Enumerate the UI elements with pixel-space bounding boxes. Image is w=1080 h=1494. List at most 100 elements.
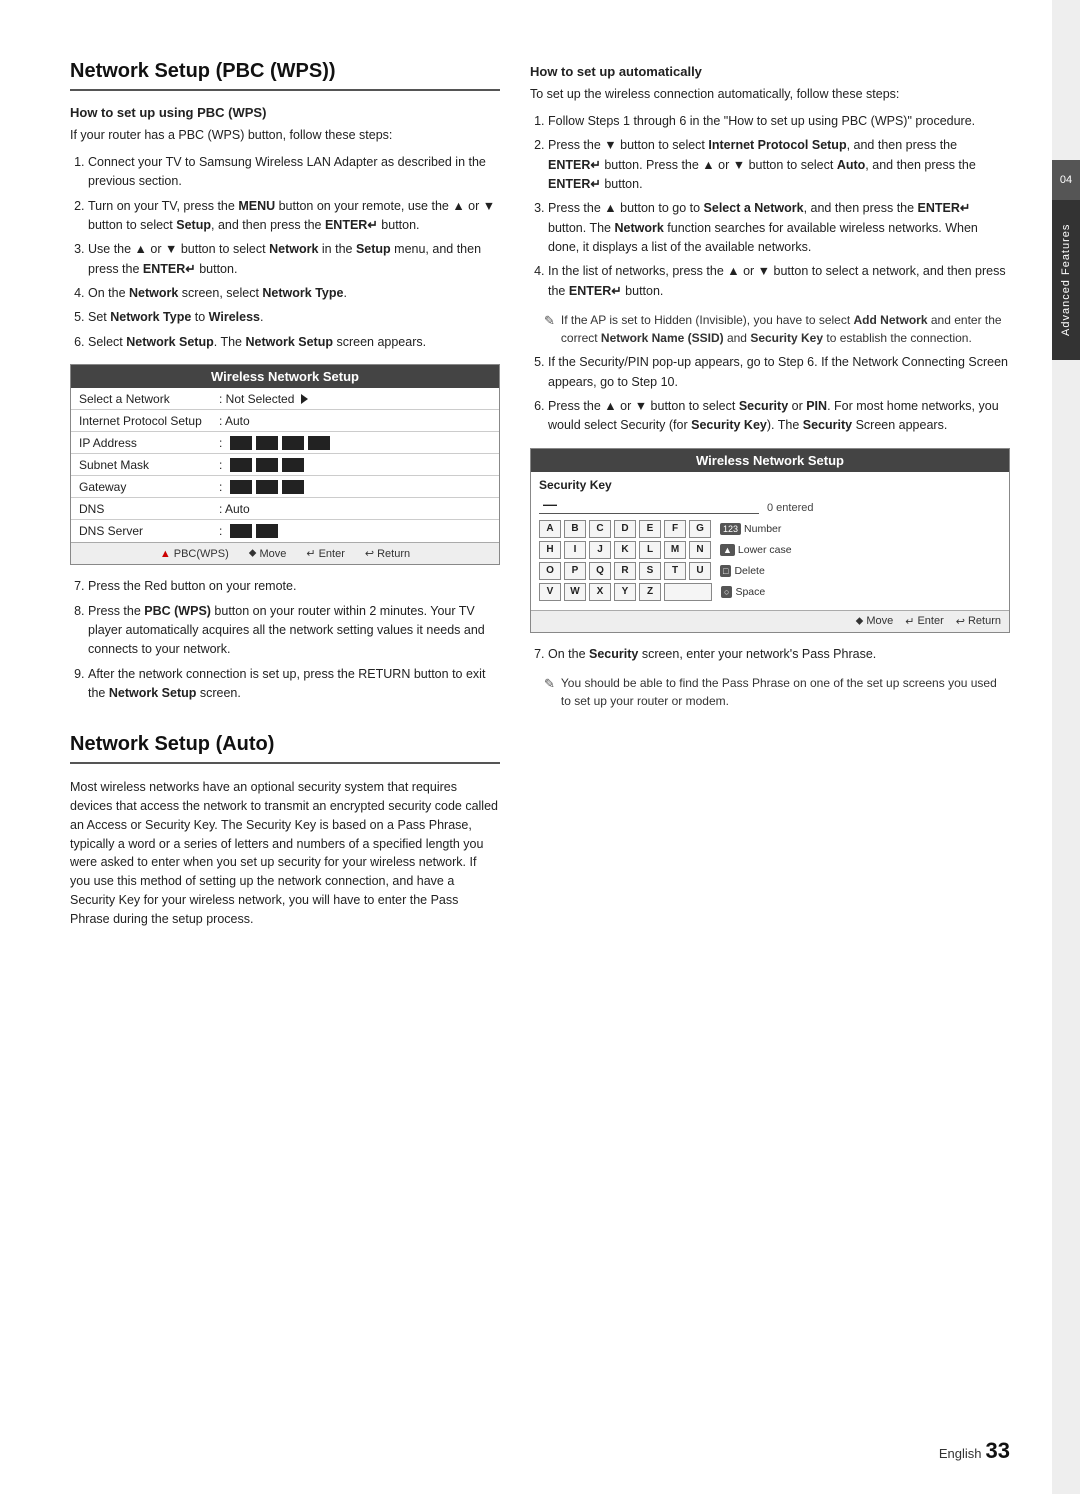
lower-label: ▲ Lower case: [720, 544, 792, 556]
auto-steps-final: On the Security screen, enter your netwo…: [530, 645, 1010, 664]
keyboard-row-1: A B C D E F G 123 Number: [539, 520, 1001, 538]
subnet-label: Subnet Mask: [79, 458, 219, 472]
right-column: How to set up automatically To set up th…: [530, 60, 1010, 1434]
note-text: If the AP is set to Hidden (Invisible), …: [561, 311, 1010, 347]
key-B[interactable]: B: [564, 520, 586, 538]
key-space[interactable]: [664, 583, 712, 601]
pbc-step-5: Set Network Type to Wireless.: [88, 308, 500, 327]
table-row-ip-address: IP Address :: [71, 432, 499, 454]
page-number: 33: [986, 1438, 1010, 1464]
space-icon: ○: [721, 586, 732, 598]
security-table-footer: ⬥ Move ↵ Enter ↩ Return: [531, 610, 1009, 632]
subnet-value: :: [219, 458, 304, 472]
footer-move: ⬥ Move: [249, 547, 287, 560]
auto-intro: Most wireless networks have an optional …: [70, 778, 500, 928]
key-Y[interactable]: Y: [614, 583, 636, 601]
delete-text: Delete: [734, 565, 764, 577]
key-P[interactable]: P: [564, 562, 586, 580]
security-move-label: Move: [866, 615, 893, 627]
pbc-step-1: Connect your TV to Samsung Wireless LAN …: [88, 153, 500, 192]
wireless-table-header: Wireless Network Setup: [71, 365, 499, 388]
auto-note: ✎ If the AP is set to Hidden (Invisible)…: [544, 311, 1010, 347]
auto-note2: ✎ You should be able to find the Pass Ph…: [544, 674, 1010, 710]
return-icon: ↩: [365, 547, 374, 560]
subnet-block-2: [256, 458, 278, 472]
table-row-subnet: Subnet Mask :: [71, 454, 499, 476]
security-table-header: Wireless Network Setup: [531, 449, 1009, 472]
key-L[interactable]: L: [639, 541, 661, 559]
main-content: Network Setup (PBC (WPS)) How to set up …: [70, 60, 1010, 1434]
key-T[interactable]: T: [664, 562, 686, 580]
lower-icon: ▲: [720, 544, 735, 556]
key-D[interactable]: D: [614, 520, 636, 538]
key-A[interactable]: A: [539, 520, 561, 538]
security-enter-label: Enter: [917, 615, 943, 627]
left-column: Network Setup (PBC (WPS)) How to set up …: [70, 60, 500, 1434]
gateway-value: :: [219, 480, 304, 494]
footer-pbc: ▲ PBC(WPS): [160, 547, 229, 560]
key-U[interactable]: U: [689, 562, 711, 580]
footer-enter-label: Enter: [319, 548, 345, 560]
key-N[interactable]: N: [689, 541, 711, 559]
auto-step-6: Press the ▲ or ▼ button to select Securi…: [548, 397, 1010, 436]
side-tabs: 04 Advanced Features: [1052, 0, 1080, 1494]
move-icon: ⬥: [249, 547, 257, 560]
security-return-icon: ↩: [956, 615, 965, 628]
key-R[interactable]: R: [614, 562, 636, 580]
side-tab-number: 04: [1052, 160, 1080, 200]
side-tab-text: Advanced Features: [1052, 200, 1080, 360]
key-X[interactable]: X: [589, 583, 611, 601]
ip-setup-value: : Auto: [219, 414, 250, 428]
security-return-label: Return: [968, 615, 1001, 627]
pbc-step-6: Select Network Setup. The Network Setup …: [88, 333, 500, 352]
note2-text: You should be able to find the Pass Phra…: [561, 674, 1010, 710]
security-key-input[interactable]: —: [539, 496, 759, 514]
key-Q[interactable]: Q: [589, 562, 611, 580]
key-G[interactable]: G: [689, 520, 711, 538]
arrow-icon: [301, 394, 308, 404]
pbc-step-7: Press the Red button on your remote.: [88, 577, 500, 596]
key-I[interactable]: I: [564, 541, 586, 559]
table-row-gateway: Gateway :: [71, 476, 499, 498]
security-network-table: Wireless Network Setup Security Key — 0 …: [530, 448, 1010, 633]
footer-pbc-label: PBC(WPS): [174, 548, 229, 560]
key-O[interactable]: O: [539, 562, 561, 580]
key-Z[interactable]: Z: [639, 583, 661, 601]
subnet-block-3: [282, 458, 304, 472]
footer-enter: ↵ Enter: [306, 547, 345, 560]
select-network-value: : Not Selected: [219, 392, 308, 406]
key-H[interactable]: H: [539, 541, 561, 559]
security-table-body: Security Key — 0 entered A B C D: [531, 472, 1009, 610]
note-icon: ✎: [544, 311, 555, 347]
key-J[interactable]: J: [589, 541, 611, 559]
space-text: Space: [735, 586, 765, 598]
security-input-row: — 0 entered: [539, 496, 1001, 514]
security-enter-icon: ↵: [905, 615, 914, 628]
wireless-table-footer: ▲ PBC(WPS) ⬥ Move ↵ Enter ↩ Return: [71, 542, 499, 564]
key-V[interactable]: V: [539, 583, 561, 601]
key-W[interactable]: W: [564, 583, 586, 601]
key-F[interactable]: F: [664, 520, 686, 538]
gateway-block-2: [256, 480, 278, 494]
ip-block-1: [230, 436, 252, 450]
key-S[interactable]: S: [639, 562, 661, 580]
key-K[interactable]: K: [614, 541, 636, 559]
auto-step-7: On the Security screen, enter your netwo…: [548, 645, 1010, 664]
delete-label: □ Delete: [720, 565, 765, 577]
number-icon: 123: [720, 523, 741, 535]
auto-right-intro: To set up the wireless connection automa…: [530, 85, 1010, 104]
security-key-label: Security Key: [539, 478, 612, 492]
key-M[interactable]: M: [664, 541, 686, 559]
key-E[interactable]: E: [639, 520, 661, 538]
number-text: Number: [744, 523, 781, 535]
subnet-block-1: [230, 458, 252, 472]
left-section-title: Network Setup (PBC (WPS)): [70, 60, 500, 91]
footer-return-label: Return: [377, 548, 410, 560]
auto-steps-cont: If the Security/PIN pop-up appears, go t…: [530, 353, 1010, 436]
lower-text: Lower case: [738, 544, 792, 556]
gateway-block-1: [230, 480, 252, 494]
number-label: 123 Number: [720, 523, 781, 535]
security-entered-count: 0 entered: [767, 502, 813, 514]
pbc-steps-cont: Press the Red button on your remote. Pre…: [70, 577, 500, 703]
key-C[interactable]: C: [589, 520, 611, 538]
